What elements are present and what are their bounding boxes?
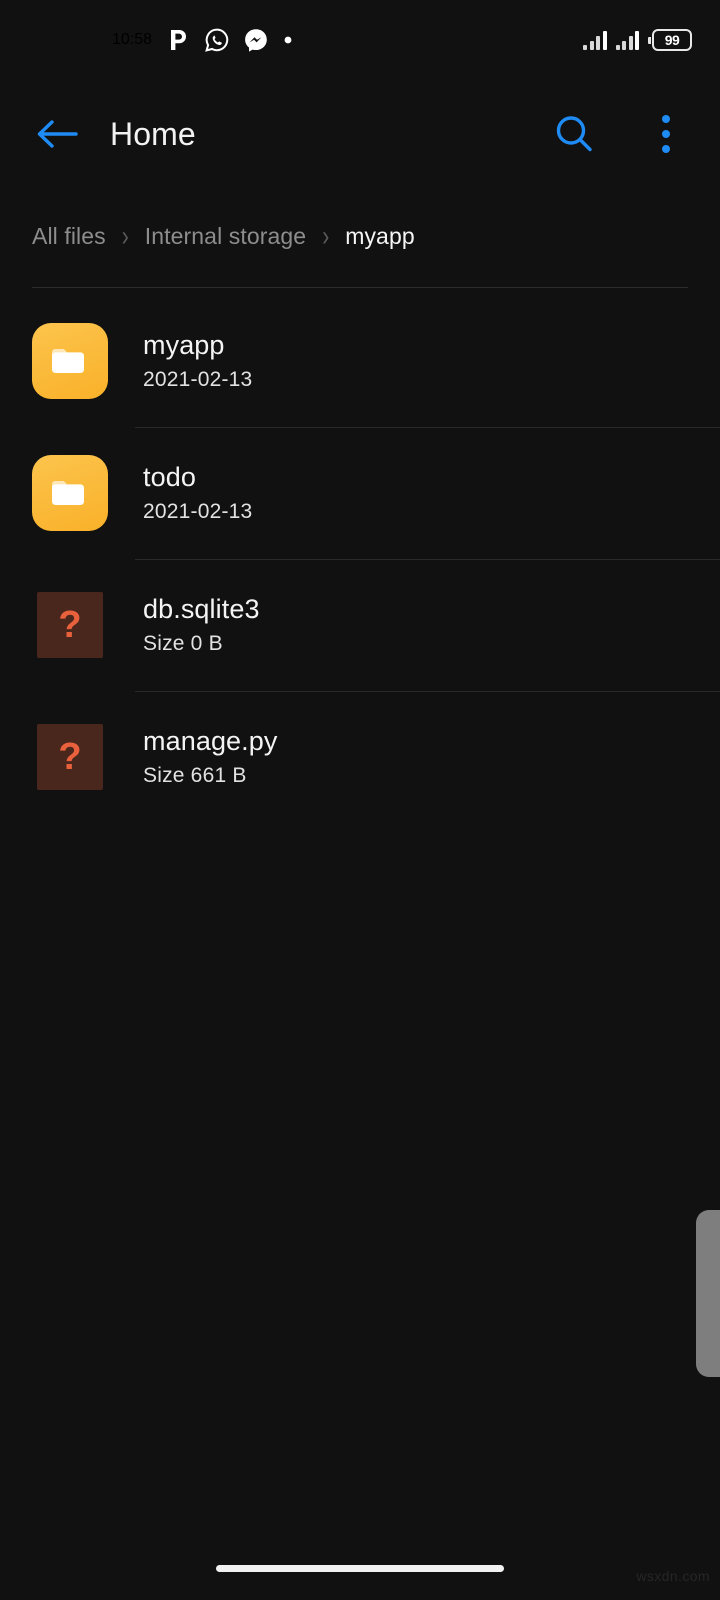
signal-bars-icon-sim2	[615, 30, 639, 50]
breadcrumb-item-internal-storage[interactable]: Internal storage	[145, 223, 306, 250]
file-manager-screen: 10:58 99 Home All files › Internal stora…	[0, 0, 720, 1600]
app-bar: Home	[0, 96, 720, 172]
battery-level: 99	[652, 29, 692, 51]
file-name: db.sqlite3	[143, 594, 260, 625]
icon-slot: ?	[32, 587, 108, 663]
status-bar-left: 10:58	[112, 0, 294, 80]
file-list: myapp 2021-02-13 todo 2021-02-13 ? db.sq…	[0, 295, 720, 823]
overflow-dot-3	[662, 145, 670, 153]
breadcrumb-item-myapp[interactable]: myapp	[345, 223, 415, 250]
file-name: todo	[143, 462, 196, 493]
breadcrumb-item-all-files[interactable]: All files	[32, 223, 106, 250]
breadcrumb-divider	[32, 287, 688, 288]
page-title: Home	[110, 115, 196, 152]
file-meta: Size 0 B	[143, 631, 223, 655]
watermark: wsxdn.com	[636, 1568, 710, 1584]
signal-bars-icon-sim1	[583, 30, 607, 50]
folder-icon	[32, 323, 108, 399]
overflow-dot-2	[662, 130, 670, 138]
file-text: myapp 2021-02-13	[143, 331, 252, 390]
chevron-right-icon: ›	[322, 220, 330, 252]
file-meta: Size 661 B	[143, 763, 247, 787]
home-gesture-bar[interactable]	[216, 1565, 504, 1572]
file-text: manage.py Size 661 B	[143, 727, 278, 786]
status-bar-right: 99	[583, 0, 692, 80]
search-button[interactable]	[546, 106, 602, 162]
whatsapp-icon	[204, 27, 230, 53]
messenger-icon	[243, 27, 269, 53]
more-notifications-dot	[282, 34, 294, 46]
scrollbar-track	[696, 295, 720, 1480]
file-text: db.sqlite3 Size 0 B	[143, 595, 260, 654]
back-arrow-icon	[37, 120, 78, 148]
back-button[interactable]	[30, 107, 84, 161]
file-row-manage-py[interactable]: ? manage.py Size 661 B	[0, 691, 720, 823]
chevron-right-icon: ›	[121, 220, 129, 252]
file-name: manage.py	[143, 726, 278, 757]
status-clock: 10:58	[112, 31, 153, 48]
battery-icon: 99	[648, 29, 692, 51]
file-meta: 2021-02-13	[143, 367, 253, 391]
status-bar: 10:58 99	[0, 0, 720, 80]
scrollbar-thumb[interactable]	[696, 1210, 720, 1377]
file-text: todo 2021-02-13	[143, 463, 252, 522]
overflow-menu-button[interactable]	[640, 106, 692, 162]
unknown-file-icon: ?	[37, 592, 103, 658]
unknown-file-icon: ?	[37, 724, 103, 790]
overflow-dot-1	[662, 115, 670, 123]
icon-slot	[32, 455, 108, 531]
file-meta: 2021-02-13	[143, 499, 253, 523]
breadcrumb: All files › Internal storage › myapp	[32, 214, 415, 258]
p-app-icon	[165, 27, 191, 53]
file-row-todo[interactable]: todo 2021-02-13	[0, 427, 720, 559]
file-row-db-sqlite3[interactable]: ? db.sqlite3 Size 0 B	[0, 559, 720, 691]
icon-slot	[32, 323, 108, 399]
folder-icon	[32, 455, 108, 531]
file-name: myapp	[143, 330, 225, 361]
file-row-myapp[interactable]: myapp 2021-02-13	[0, 295, 720, 427]
icon-slot: ?	[32, 719, 108, 795]
search-icon	[556, 116, 592, 152]
